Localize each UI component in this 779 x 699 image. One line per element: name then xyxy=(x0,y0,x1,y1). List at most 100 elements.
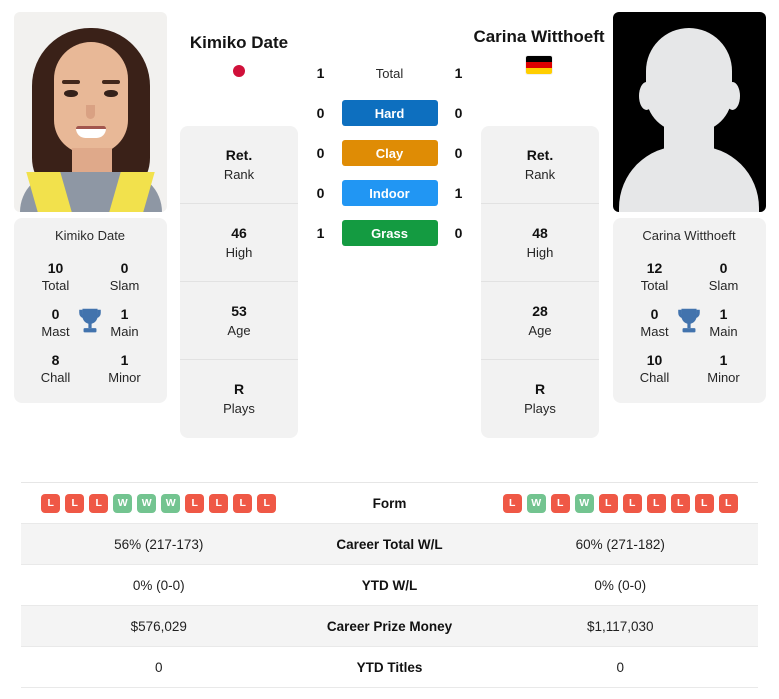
h2h-surface-indoor[interactable]: Indoor xyxy=(341,180,438,206)
player-photo-right[interactable] xyxy=(612,12,766,212)
form-badge-loss[interactable]: L xyxy=(209,493,229,513)
h2h-surface-grass[interactable]: Grass xyxy=(341,220,438,246)
portrait-eye-left xyxy=(63,90,78,97)
value: 12 xyxy=(646,260,663,276)
form-cell-right: LWLWLLLLLL xyxy=(483,493,759,513)
titles-total-left: 10 Total xyxy=(28,259,84,295)
comparison-top-area: Kimiko Date 10 Total 0 Slam 0 Mast 1 Mai… xyxy=(0,0,779,482)
titles-slam-right: 0 Slam xyxy=(696,259,752,295)
label: Minor xyxy=(108,370,141,385)
silhouette-body xyxy=(619,146,759,212)
row-label-ytd-titles: YTD Titles xyxy=(356,659,423,675)
table-row-form: LLLWWWLLLL Form LWLWLLLLLL xyxy=(21,483,758,524)
form-badge-win[interactable]: W xyxy=(137,493,157,513)
value: 0 xyxy=(51,306,60,322)
value: 1 xyxy=(120,306,129,322)
ranking-card-left: Ret. Rank 46 High 53 Age R Plays xyxy=(180,126,298,438)
form-badge-win[interactable]: W xyxy=(526,493,546,513)
form-badge-loss[interactable]: L xyxy=(185,493,205,513)
form-badge-loss[interactable]: L xyxy=(65,493,85,513)
titles-card-name-right: Carina Witthoeft xyxy=(642,228,736,243)
h2h-score-left: 0 xyxy=(316,185,325,201)
h2h-score-left: 0 xyxy=(316,105,325,121)
label: Chall xyxy=(639,370,670,385)
player-comparison-page: Kimiko Date Carina Witthoeft Kimiko Date… xyxy=(0,0,779,699)
value: R xyxy=(534,381,546,397)
career-total-wl-left: 56% (217-173) xyxy=(114,536,204,552)
value: 0 xyxy=(120,260,129,276)
form-badge-loss[interactable]: L xyxy=(257,493,277,513)
label: High xyxy=(526,244,554,260)
h2h-surface-total: Total xyxy=(375,65,404,81)
label: Slam xyxy=(708,278,739,293)
titles-row: 12 Total 0 Slam xyxy=(613,253,766,299)
h2h-score-right: 0 xyxy=(454,145,463,161)
career-total-wl-right: 60% (271-182) xyxy=(575,536,665,552)
form-badge-loss[interactable]: L xyxy=(670,493,690,513)
value: Ret. xyxy=(526,146,554,163)
form-badge-loss[interactable]: L xyxy=(694,493,714,513)
form-badge-loss[interactable]: L xyxy=(233,493,253,513)
form-badge-loss[interactable]: L xyxy=(598,493,618,513)
h2h-surface-hard[interactable]: Hard xyxy=(341,100,438,126)
h2h-surface-clay[interactable]: Clay xyxy=(341,140,438,166)
trophy-icon xyxy=(678,308,700,333)
label: Rank xyxy=(223,166,255,182)
titles-chall-left: 8 Chall xyxy=(28,351,84,387)
value: 0 xyxy=(650,306,659,322)
h2h-row-hard: 0 Hard 0 xyxy=(310,100,470,126)
h2h-score-right: 1 xyxy=(454,65,463,81)
player-photo-left[interactable] xyxy=(13,12,167,212)
h2h-score-left: 0 xyxy=(316,145,325,161)
titles-total-right: 12 Total xyxy=(627,259,683,295)
label: Minor xyxy=(707,370,740,385)
label: Slam xyxy=(109,278,140,293)
form-badge-win[interactable]: W xyxy=(161,493,181,513)
label: Mast xyxy=(41,324,70,339)
label: Plays xyxy=(524,401,556,416)
rank-cell-age-right: 28 Age xyxy=(481,282,599,360)
ytd-titles-left: 0 xyxy=(154,659,163,675)
label: Main xyxy=(110,324,139,339)
titles-main-right: 1 Main xyxy=(696,305,752,341)
titles-row: 8 Chall 1 Minor xyxy=(14,345,167,391)
row-label-ytd-wl: YTD W/L xyxy=(361,577,418,593)
titles-row: 10 Chall 1 Minor xyxy=(613,345,766,391)
titles-grid-left: 10 Total 0 Slam 0 Mast 1 Main 8 Chall 1 … xyxy=(14,249,167,391)
portrait-mouth xyxy=(75,126,106,138)
h2h-row-total: 1 Total 1 xyxy=(310,60,470,86)
titles-slam-left: 0 Slam xyxy=(97,259,153,295)
value: 8 xyxy=(51,352,60,368)
form-badge-loss[interactable]: L xyxy=(89,493,109,513)
value: 0 xyxy=(719,260,728,276)
row-label-career-prize-money: Career Prize Money xyxy=(326,618,453,634)
form-badge-loss[interactable]: L xyxy=(718,493,738,513)
h2h-score-right: 0 xyxy=(454,225,463,241)
portrait-nose xyxy=(85,105,95,119)
rank-cell-rank-right: Ret. Rank xyxy=(481,126,599,204)
head-to-head-column: 1 Total 1 0 Hard 0 0 Clay 0 0 Indoor 1 1 xyxy=(298,0,481,246)
label: Main xyxy=(709,324,738,339)
value: 28 xyxy=(532,302,548,319)
label: Age xyxy=(227,322,251,338)
form-badge-loss[interactable]: L xyxy=(41,493,61,513)
form-badge-loss[interactable]: L xyxy=(550,493,570,513)
titles-chall-right: 10 Chall xyxy=(627,351,683,387)
titles-minor-right: 1 Minor xyxy=(696,351,752,387)
row-label-form: Form xyxy=(372,495,407,511)
form-badge-loss[interactable]: L xyxy=(646,493,666,513)
form-badge-win[interactable]: W xyxy=(574,493,594,513)
value: 46 xyxy=(231,224,247,241)
titles-row: 10 Total 0 Slam xyxy=(14,253,167,299)
rank-cell-plays-left: R Plays xyxy=(180,360,298,438)
label: Chall xyxy=(40,370,71,385)
form-badge-win[interactable]: W xyxy=(113,493,133,513)
portrait-brow-left xyxy=(61,80,80,84)
label: Total xyxy=(640,278,669,293)
form-badge-loss[interactable]: L xyxy=(622,493,642,513)
value: 48 xyxy=(532,224,548,241)
form-strip-right: LWLWLLLLLL xyxy=(502,493,738,513)
form-badge-loss[interactable]: L xyxy=(502,493,522,513)
h2h-score-right: 0 xyxy=(454,105,463,121)
table-row-career-total-wl: 56% (217-173) Career Total W/L 60% (271-… xyxy=(21,524,758,565)
